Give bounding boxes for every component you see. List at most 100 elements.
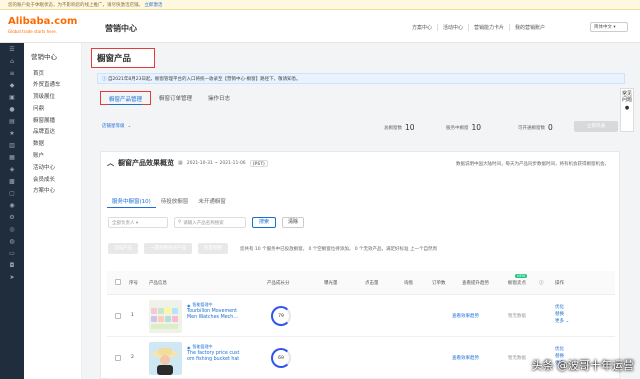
growth-score-ring: 79 <box>271 306 291 326</box>
row-checkbox[interactable] <box>115 355 121 361</box>
sidebar-item-activity[interactable]: 活动中心 <box>24 161 81 173</box>
smart-managed-badge: ◉ 智能管理中 <box>187 302 243 308</box>
settings-icon[interactable]: ⚙ <box>0 211 24 223</box>
nav-marketing-cards[interactable]: 营销能力卡片 <box>467 24 509 31</box>
nav-solution-center[interactable]: 方案中心 <box>407 24 437 31</box>
row-checkbox[interactable] <box>115 313 121 319</box>
calendar-icon[interactable]: ▦ <box>178 160 183 166</box>
optimize-link[interactable]: 优化 <box>555 304 569 311</box>
batch-replace-button[interactable]: 批量替换 <box>198 243 228 254</box>
shield-icon[interactable]: ◆ <box>0 79 24 91</box>
sidebar-item-showcase[interactable]: 橱窗展播 <box>24 114 81 126</box>
grid-icon[interactable]: ▩ <box>0 175 24 187</box>
col-selling-point: 橱窗卖点 <box>508 281 526 286</box>
star-icon[interactable]: ★ <box>0 127 24 139</box>
more-link[interactable]: 更多 ⌄ <box>555 318 569 325</box>
sidebar-item-member[interactable]: 会员成长 <box>24 173 81 185</box>
filter-bar: 全部负责人 ▾ ⚲ 请输入产品名称搜索 搜索 清除 <box>108 217 304 228</box>
view-trend-link[interactable]: 查看效果趋势 <box>452 355 479 361</box>
home-icon[interactable]: ⌂ <box>0 55 24 67</box>
sidebar-item-p4p[interactable]: 外贸直通车 <box>24 79 81 91</box>
top-header: Alibaba.com Global trade starts here. 营销… <box>0 10 640 43</box>
panel-note: 数据说明中国大陆时间，每天为产品同步数据时间，将有机会获得橱窗机会。 <box>456 162 609 167</box>
sidebar-item-brand[interactable]: 品牌直达 <box>24 126 81 138</box>
send-icon[interactable]: ➤ <box>0 271 24 283</box>
col-no: 序号 <box>129 281 138 286</box>
box-icon[interactable]: ▢ <box>0 187 24 199</box>
col-clicks: 点击量 <box>365 281 379 286</box>
clear-button[interactable]: 清除 <box>282 217 304 228</box>
nav-activity-center[interactable]: 活动中心 <box>436 24 468 31</box>
globe-icon[interactable]: ◍ <box>0 235 24 247</box>
page-title: 橱窗产品 <box>91 48 155 68</box>
header-nav: 方案中心 活动中心 营销能力卡片 我的营销账户 <box>407 24 550 31</box>
search-input[interactable]: ⚲ 请输入产品名称搜索 <box>174 217 246 228</box>
search-placeholder: 请输入产品名称搜索 <box>183 220 224 226</box>
collapse-chevron-icon[interactable]: ︿ <box>107 158 114 168</box>
sidebar-item-top-booth[interactable]: 顶级展位 <box>24 91 81 103</box>
faq-float-button[interactable]: 常见问题 ● <box>620 88 634 132</box>
add-product-button[interactable]: 添加产品 <box>108 243 138 254</box>
activation-notice-bar: 您的账户处于休眠状态，为不影响您的线上推广，请尽快激活店铺。 立即激活 <box>0 0 640 10</box>
owner-select-value: 全部负责人 <box>112 221 135 226</box>
doc-icon[interactable]: ▥ <box>0 139 24 151</box>
product-title-link[interactable]: The factory price cust om fishing bucket… <box>187 351 243 363</box>
replace-link[interactable]: 替换 <box>555 311 569 318</box>
search-button[interactable]: 搜索 <box>252 217 276 228</box>
tab-not-opened[interactable]: 未开通橱窗 <box>193 194 231 208</box>
user-icon[interactable]: ● <box>0 103 24 115</box>
replace-invalid-button[interactable]: 一键替换失效产品 <box>144 243 192 254</box>
product-thumbnail[interactable] <box>149 342 182 377</box>
select-all-checkbox[interactable] <box>115 279 121 285</box>
activation-notice-text: 您的账户处于休眠状态，为不影响您的线上推广，请尽快激活店铺。 <box>8 3 143 8</box>
tab-showcase-orders[interactable]: 橱窗订单管理 <box>151 91 200 105</box>
language-value: 简体中文 <box>594 25 612 30</box>
watch-image <box>149 300 182 333</box>
view-trend-link[interactable]: 查看效果趋势 <box>452 313 479 319</box>
main-content: 橱窗产品 ⓘ 自2021年8月23日起，橱窗管理平台的入口将统一收录至【营销中心… <box>90 43 630 379</box>
sidebar-item-solution[interactable]: 方案中心 <box>24 185 81 197</box>
total-value: 10 <box>405 123 415 132</box>
date-range[interactable]: 2021-10-31 ~ 2021-11-06 <box>187 161 246 166</box>
tab-pending[interactable]: 待投放橱窗 <box>156 194 194 208</box>
sidebar-item-data[interactable]: 数据 <box>24 138 81 150</box>
owner-select[interactable]: 全部负责人 ▾ <box>108 217 168 228</box>
tab-operation-log[interactable]: 操作日志 <box>200 91 238 105</box>
row-no: 1 <box>131 313 134 318</box>
tab-in-service[interactable]: 服务中橱窗(10) <box>107 194 156 208</box>
cart-icon[interactable]: ▣ <box>0 91 24 103</box>
col-help-icon[interactable]: ⓘ <box>539 280 544 286</box>
open-showcase-button[interactable]: 立即开通 <box>574 121 618 132</box>
growth-score-value: 69 <box>278 355 284 361</box>
chart-icon[interactable]: ▦ <box>0 151 24 163</box>
sidebar-item-home[interactable]: 首页 <box>24 67 81 79</box>
panel-title: 橱窗产品效果概览 <box>118 159 174 167</box>
tag-icon[interactable]: ◈ <box>0 163 24 175</box>
people-icon[interactable]: ◉ <box>0 199 24 211</box>
table-row: 1 ◉ 智能管理中 Tourbillon Movement Men Watches… <box>107 296 615 337</box>
tab-showcase-products[interactable]: 橱窗产品管理 <box>100 91 152 105</box>
optimize-link[interactable]: 优化 <box>555 346 569 353</box>
icon-rail: ☰ ⌂ ≡ ◆ ▣ ● ▤ ★ ▥ ▦ ◈ ▩ ▢ ◉ ⚙ ◎ ◍ ▭ ◘ ➤ <box>0 43 24 379</box>
timezone-tag: (PST) <box>249 159 268 167</box>
list-icon[interactable]: ≡ <box>0 67 24 79</box>
language-select[interactable]: 简体中文 ▾ <box>590 22 628 32</box>
menu-icon[interactable]: ☰ <box>0 43 24 55</box>
folder-icon[interactable]: ▭ <box>0 247 24 259</box>
alibaba-logo[interactable]: Alibaba.com Global trade starts here. <box>8 16 88 38</box>
product-thumbnail[interactable] <box>149 300 182 335</box>
service-label: 服务中橱窗 <box>446 125 469 131</box>
camera-icon[interactable]: ◘ <box>0 259 24 271</box>
available-value: 0 <box>548 123 553 132</box>
available-label: 可开通橱窗数 <box>518 125 545 131</box>
action-bar: 添加产品 一键替换失效产品 批量替换 您共有 10 个服务中已投放橱窗， 0 个… <box>108 243 437 254</box>
nav-my-account[interactable]: 我的营销账户 <box>508 24 550 31</box>
store-level-link[interactable]: 店铺星等级 <box>102 123 125 129</box>
sidebar-item-account[interactable]: 账户 <box>24 150 81 162</box>
activate-link[interactable]: 立即激活 <box>144 3 162 8</box>
chat-icon[interactable]: ▤ <box>0 115 24 127</box>
bell-icon[interactable]: ◎ <box>0 223 24 235</box>
sidebar-item-wending[interactable]: 问鼎 <box>24 102 81 114</box>
product-title-link[interactable]: Tourbillon Movement Men Watches Mech... <box>187 309 243 321</box>
col-trend: 查看提升趋势 <box>462 281 489 286</box>
